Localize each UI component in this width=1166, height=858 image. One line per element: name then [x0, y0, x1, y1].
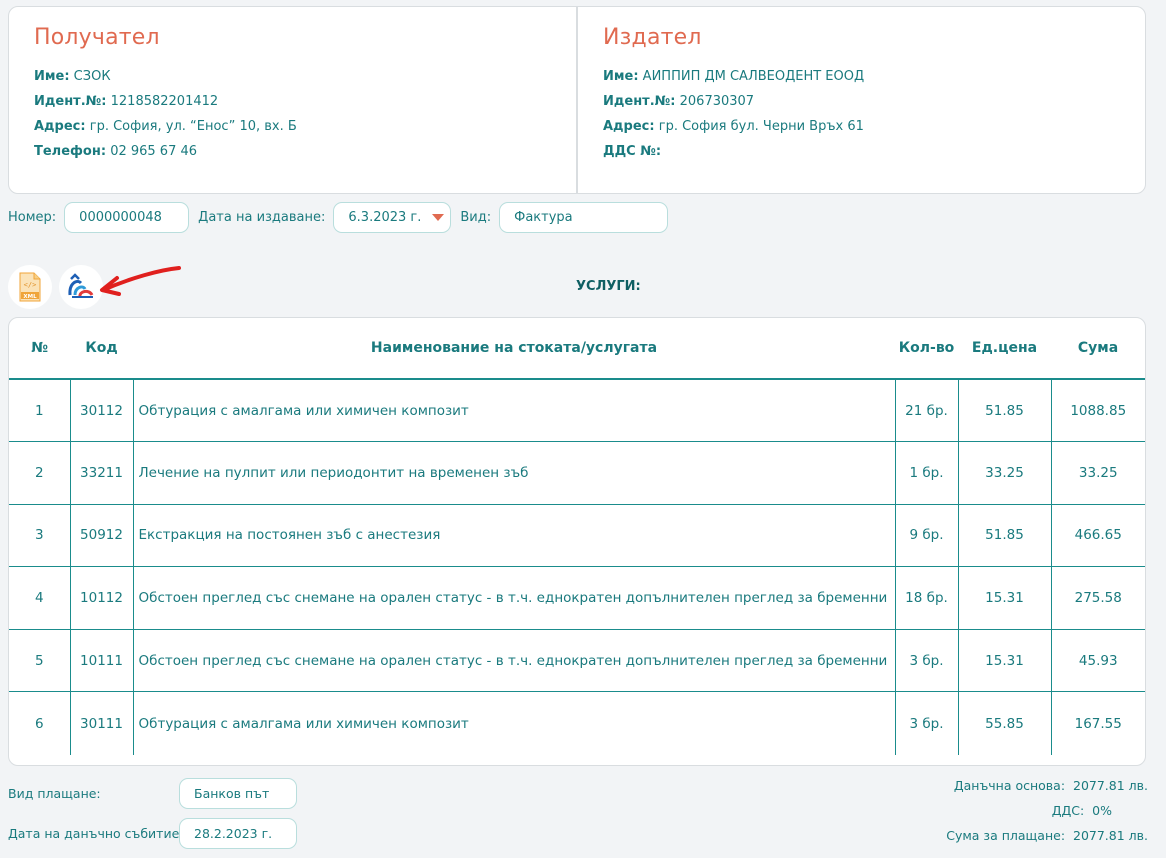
services-table: № Код Наименование на стоката/услугата К… [9, 318, 1145, 755]
payment-method-row: Вид плащане: Банков път [8, 773, 297, 813]
parties-card: Получател Име: СЗОК Идент.№: 12185822014… [8, 6, 1146, 194]
row-qty: 9 бр. [895, 504, 959, 568]
issuer-address: Адрес: гр. София бул. Черни Връх 61 [603, 119, 864, 134]
vat-label: ДДС: [1051, 803, 1085, 818]
tax-date-label: Дата на данъчно събитие: [8, 825, 184, 841]
row-sum: 275.58 [1051, 566, 1145, 630]
type-label: Вид: [460, 209, 492, 225]
row-sum: 33.25 [1051, 441, 1145, 505]
number-field[interactable]: 0000000048 [64, 201, 190, 233]
payment-method-field[interactable]: Банков път [179, 777, 297, 809]
totals: Данъчна основа: 2077.81 лв. ДДС: 0% Сума… [946, 773, 1148, 848]
row-code: 30111 [70, 691, 134, 755]
header-no: № [9, 318, 70, 380]
red-arrow-annotation [100, 266, 181, 296]
recipient-section: Получател Име: СЗОК Идент.№: 12185822014… [9, 7, 578, 193]
row-no: 6 [9, 691, 71, 755]
header-name: Наименование на стоката/услугата [133, 318, 895, 380]
table-row: 5 10111 Обстоен преглед със снемане на о… [9, 629, 1145, 693]
row-code: 10111 [70, 629, 134, 693]
row-no: 1 [9, 379, 71, 443]
row-sum: 45.93 [1051, 629, 1145, 693]
payment-method-label: Вид плащане: [8, 785, 101, 801]
chevron-down-icon [432, 213, 445, 221]
row-code: 10112 [70, 566, 134, 630]
recipient-title: Получател [34, 25, 160, 50]
table-header-row: № Код Наименование на стоката/услугата К… [9, 318, 1145, 380]
row-name: Лечение на пулпит или периодонтит на вре… [133, 441, 896, 505]
row-qty: 3 бр. [895, 629, 959, 693]
xml-export-button[interactable]: </> XML [8, 265, 52, 309]
row-no: 5 [9, 629, 71, 693]
row-code: 33211 [70, 441, 134, 505]
row-sum: 167.55 [1074, 715, 1122, 732]
tax-base-label: Данъчна основа: [953, 778, 1066, 793]
issue-date-label: Дата на издаване: [198, 209, 326, 225]
recipient-id: Идент.№: 1218582201412 [34, 94, 219, 109]
row-sum: 1088.85 [1051, 379, 1145, 443]
services-title: УСЛУГИ: [576, 279, 641, 294]
issuer-title: Издател [603, 25, 702, 50]
row-name: Обтурация с амалгама или химичен компози… [133, 691, 896, 755]
tax-date-field[interactable]: 28.2.2023 г. [179, 817, 297, 849]
row-price: 15.31 [958, 629, 1052, 693]
header-qty: Кол-во [895, 318, 958, 380]
row-name: Екстракция на постоянен зъб с анестезия [133, 504, 896, 568]
services-table-card: № Код Наименование на стоката/услугата К… [8, 317, 1146, 766]
row-qty: 18 бр. [895, 566, 959, 630]
amount-due-value: 2077.81 лв. [1073, 828, 1148, 843]
svg-text:</>: </> [24, 281, 37, 289]
recipient-address: Адрес: гр. София, ул. “Енос” 10, вх. Б [34, 119, 297, 134]
row-name: Обстоен преглед със снемане на орален ст… [133, 566, 896, 630]
tax-base-value: 2077.81 лв. [1073, 778, 1148, 793]
table-row: 2 33211 Лечение на пулпит или периодонти… [9, 441, 1145, 505]
number-label: Номер: [8, 209, 57, 225]
vat-row: ДДС: 0% [946, 798, 1148, 823]
invoice-meta-row: Номер: 0000000048 Дата на издаване: 6.3.… [8, 201, 669, 233]
header-price: Ед.цена [958, 318, 1051, 380]
type-field[interactable]: Фактура [499, 201, 669, 233]
issuer-name: Име: АИППИП ДМ САЛВЕОДЕНТ ЕООД [603, 69, 865, 84]
nhif-logo-icon [68, 273, 94, 298]
row-sum: 466.65 [1051, 504, 1145, 568]
row-price: 51.85 [958, 379, 1052, 443]
issue-date-select[interactable]: 6.3.2023 г. [333, 201, 452, 233]
issue-date-value: 6.3.2023 г. [348, 209, 422, 225]
xml-file-icon: </> XML [19, 272, 41, 302]
header-code: Код [70, 318, 133, 380]
row-code: 30112 [70, 379, 134, 443]
row-name: Обтурация с амалгама или химичен компози… [133, 379, 896, 443]
svg-text:XML: XML [23, 294, 37, 300]
row-qty: 1 бр. [895, 441, 959, 505]
table-row: 6 30111 Обтурация с амалгама или химичен… [9, 691, 1145, 755]
vat-value: 0% [1092, 803, 1112, 818]
header-sum: Сума [1051, 318, 1145, 380]
recipient-phone: Телефон: 02 965 67 46 [34, 144, 198, 159]
row-no: 3 [9, 504, 71, 568]
issuer-section: Издател Име: АИППИП ДМ САЛВЕОДЕНТ ЕООД И… [578, 7, 1145, 193]
row-code: 50912 [70, 504, 134, 568]
row-price: 51.85 [958, 504, 1052, 568]
row-price: 33.25 [958, 441, 1052, 505]
tax-base-row: Данъчна основа: 2077.81 лв. [946, 773, 1148, 798]
table-row: 1 30112 Обтурация с амалгама или химичен… [9, 379, 1145, 443]
tax-date-row: Дата на данъчно събитие: 28.2.2023 г. [8, 813, 297, 853]
row-price: 55.85 [958, 691, 1052, 755]
row-qty: 3 бр. [895, 691, 959, 755]
amount-due-label: Сума за плащане: [946, 828, 1066, 843]
amount-due-row: Сума за плащане: 2077.81 лв. [946, 823, 1148, 848]
row-no: 4 [9, 566, 71, 630]
issuer-vat: ДДС №: [603, 144, 662, 159]
table-row: 3 50912 Екстракция на постоянен зъб с ан… [9, 504, 1145, 568]
row-no: 2 [9, 441, 71, 505]
table-row: 4 10112 Обстоен преглед със снемане на о… [9, 566, 1145, 630]
row-name: Обстоен преглед със снемане на орален ст… [133, 629, 896, 693]
payment-info: Вид плащане: Банков път Дата на данъчно … [8, 773, 297, 853]
row-price: 15.31 [958, 566, 1052, 630]
recipient-name: Име: СЗОК [34, 69, 111, 84]
issuer-id: Идент.№: 206730307 [603, 94, 755, 109]
row-qty: 21 бр. [895, 379, 959, 443]
